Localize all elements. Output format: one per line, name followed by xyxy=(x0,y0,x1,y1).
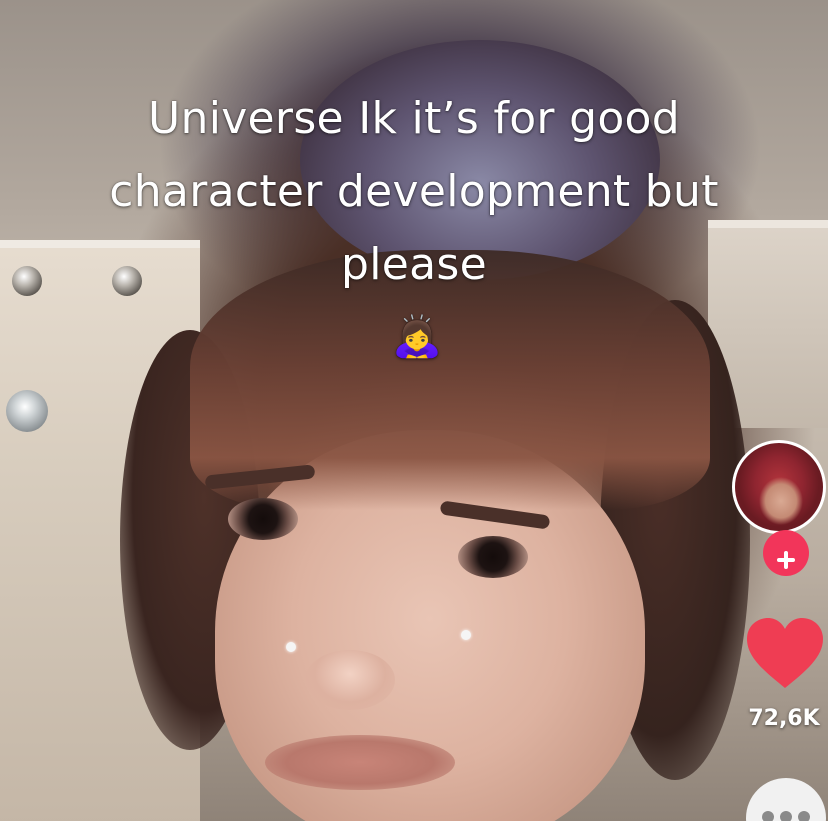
creator-avatar[interactable] xyxy=(732,440,826,534)
ellipsis-icon xyxy=(762,811,774,821)
like-count: 72,6K xyxy=(748,706,820,731)
ellipsis-icon xyxy=(798,811,810,821)
headboard-gem xyxy=(6,390,48,432)
lips xyxy=(265,735,455,790)
plus-icon xyxy=(777,550,795,569)
caption-line-3-text: please xyxy=(341,239,487,290)
person-bowing-emoji-icon: 🙇‍♀️ xyxy=(391,314,443,360)
nose-piercing xyxy=(286,642,296,652)
caption-line-3: please 🙇‍♀️ xyxy=(20,228,808,374)
tiktok-video-screen: Universe Ik it’s for good character deve… xyxy=(0,0,828,821)
eye-right xyxy=(458,536,528,578)
heart-icon xyxy=(747,618,823,688)
caption-line-1: Universe Ik it’s for good xyxy=(148,93,680,144)
eye-left xyxy=(228,498,298,540)
cheek-piercing xyxy=(461,630,471,640)
follow-button[interactable] xyxy=(763,530,809,576)
nose xyxy=(305,650,395,710)
like-button[interactable] xyxy=(744,615,826,691)
video-caption: Universe Ik it’s for good character deve… xyxy=(20,82,808,374)
caption-line-2: character development but xyxy=(109,166,719,217)
ellipsis-icon xyxy=(780,811,792,821)
